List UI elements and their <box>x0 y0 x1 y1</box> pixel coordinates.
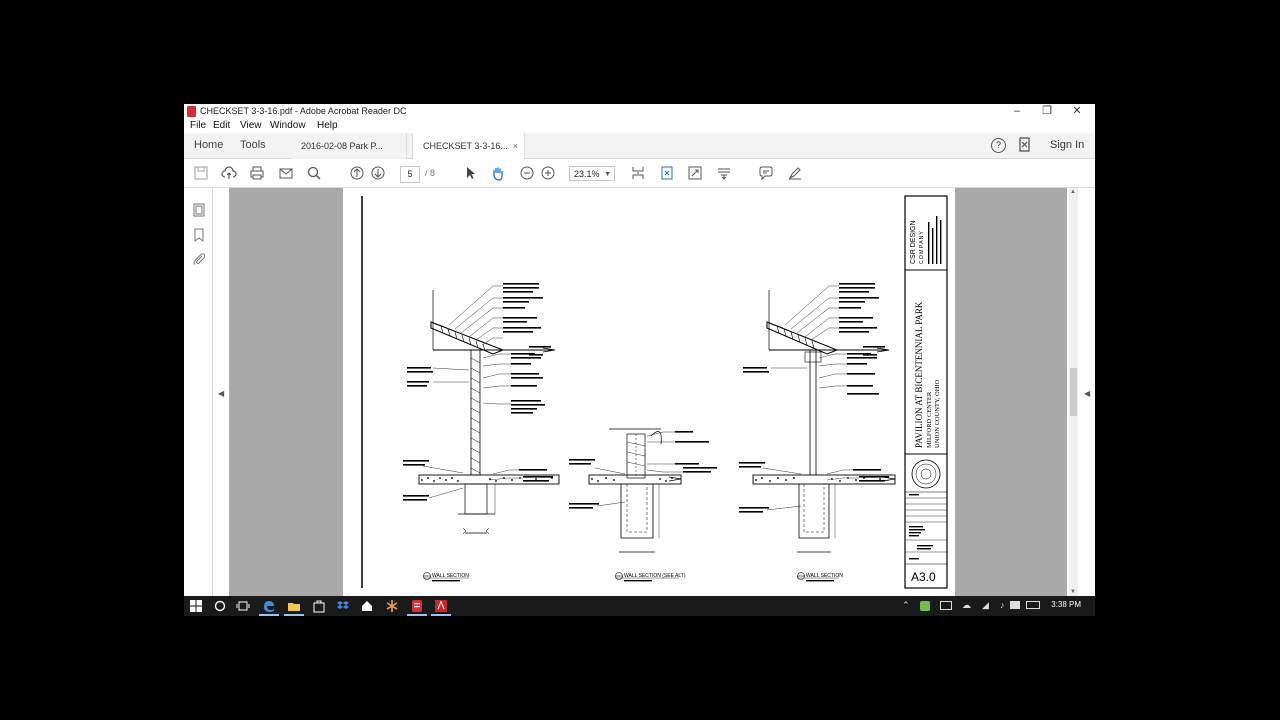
scroll-mode-icon[interactable] <box>630 165 646 181</box>
left-navigation-panel <box>184 188 213 596</box>
page-number-input[interactable]: 5 <box>400 166 420 183</box>
menu-view[interactable]: View <box>240 120 262 131</box>
wall-section-3 <box>752 290 896 553</box>
document-tab-label: 2016-02-08 Park P... <box>301 141 383 151</box>
cloud-upload-icon[interactable] <box>221 165 237 181</box>
callout-text-section-2 <box>569 431 717 509</box>
email-icon[interactable] <box>278 165 294 181</box>
mobile-link-icon[interactable] <box>1019 137 1030 155</box>
attachment-icon[interactable] <box>192 252 206 266</box>
section-label-3: WALL SECTION <box>806 573 843 579</box>
tools-tab[interactable]: Tools <box>240 139 266 151</box>
menu-bar: File Edit View Window Help <box>184 120 1095 133</box>
comment-icon[interactable] <box>758 165 774 181</box>
full-screen-icon[interactable] <box>687 165 703 181</box>
close-tab-icon[interactable]: × <box>513 133 518 159</box>
page-thumbnails-icon[interactable] <box>192 203 206 217</box>
wall-section-1 <box>418 290 560 535</box>
document-tab-label: CHECKSET 3-3-16... <box>423 141 508 151</box>
save-icon[interactable] <box>193 165 209 181</box>
callouts-section-2 <box>594 431 683 507</box>
section-label-2: WALL SECTION (SEE ALT) <box>624 573 686 579</box>
file-explorer-icon[interactable] <box>284 599 304 616</box>
architectural-drawing: WALL SECTION WALL SECTION (SEE ALT) WALL… <box>361 195 948 589</box>
wifi-icon[interactable]: ◢ <box>982 600 989 611</box>
firm-subtitle: C O M P A N Y <box>919 230 925 264</box>
acrobat-taskbar-icon[interactable] <box>431 599 451 616</box>
document-canvas[interactable]: WALL SECTION WALL SECTION (SEE ALT) WALL… <box>229 188 1067 596</box>
sheet-number: A3.0 <box>911 570 936 584</box>
pdf-page: WALL SECTION WALL SECTION (SEE ALT) WALL… <box>343 188 955 596</box>
keyboard-icon[interactable] <box>1026 601 1040 609</box>
scroll-down-icon[interactable]: ▼ <box>1070 589 1076 595</box>
fit-page-icon[interactable] <box>659 165 675 181</box>
windows-start-icon[interactable] <box>189 599 203 613</box>
sign-pen-icon[interactable] <box>787 165 803 181</box>
toolbar: 5 / 8 23.1% ▼ <box>184 159 1095 188</box>
notifications-icon[interactable] <box>1010 601 1020 609</box>
project-title: PAVILION AT BICENTENNIAL PARK <box>914 301 924 448</box>
search-icon[interactable] <box>213 599 227 613</box>
project-location: MILFORD CENTER <box>926 391 933 448</box>
store-icon[interactable] <box>312 599 326 613</box>
menu-file[interactable]: File <box>190 120 206 131</box>
section-label-1: WALL SECTION <box>432 573 469 579</box>
volume-icon[interactable]: ♪ <box>1000 600 1005 610</box>
edge-browser-icon[interactable] <box>259 599 279 616</box>
project-county: UNION COUNTY, OHIO <box>934 379 941 448</box>
menu-help[interactable]: Help <box>317 120 338 131</box>
dropbox-icon[interactable] <box>336 599 350 613</box>
zoom-in-icon[interactable] <box>540 165 556 181</box>
chevron-down-icon: ▼ <box>604 171 611 178</box>
bookmark-icon[interactable] <box>192 228 206 242</box>
wall-section-2 <box>588 428 682 553</box>
onedrive-icon[interactable]: ☁ <box>962 600 971 611</box>
help-icon[interactable]: ? <box>991 138 1006 153</box>
tray-app-icon[interactable] <box>920 601 930 611</box>
hand-tool-icon[interactable] <box>490 165 506 181</box>
windows-taskbar: ⌃ ☁ ◢ ♪ 3:38 PM <box>184 596 1095 616</box>
search-icon[interactable] <box>306 165 322 181</box>
close-window-button[interactable]: ✕ <box>1062 104 1092 120</box>
zoom-value: 23.1% <box>574 169 600 179</box>
home-tab[interactable]: Home <box>194 139 223 151</box>
vertical-scrollbar[interactable]: ▲ ▼ <box>1069 188 1078 596</box>
select-tool-icon[interactable] <box>462 165 478 181</box>
document-tab-checkset[interactable]: CHECKSET 3-3-16... × <box>412 133 525 159</box>
menu-window[interactable]: Window <box>270 120 306 131</box>
acrobat-window: CHECKSET 3-3-16.pdf - Adobe Acrobat Read… <box>184 104 1095 596</box>
maximize-button[interactable]: ❐ <box>1032 104 1062 120</box>
asterisk-app-icon[interactable] <box>385 599 399 613</box>
acrobat-app-icon <box>187 106 196 117</box>
home-icon[interactable] <box>360 599 374 613</box>
window-title: CHECKSET 3-3-16.pdf - Adobe Acrobat Read… <box>200 106 407 116</box>
menu-edit[interactable]: Edit <box>213 120 230 131</box>
previous-page-icon[interactable] <box>349 165 365 181</box>
minimize-button[interactable]: – <box>1002 104 1032 120</box>
zoom-out-icon[interactable] <box>519 165 535 181</box>
firm-name: CSR DESIGN <box>910 220 917 264</box>
page-total: / 8 <box>425 168 436 178</box>
sign-in-link[interactable]: Sign In <box>1050 139 1084 151</box>
read-mode-icon[interactable] <box>716 165 732 181</box>
tray-drive-icon[interactable] <box>940 601 952 610</box>
task-view-icon[interactable] <box>236 599 250 613</box>
print-icon[interactable] <box>249 165 265 181</box>
tab-bar: Home Tools 2016-02-08 Park P... CHECKSET… <box>184 133 1095 159</box>
document-tab-park-plan[interactable]: 2016-02-08 Park P... <box>291 133 407 159</box>
firm-address <box>928 216 942 264</box>
scroll-thumb[interactable] <box>1070 368 1077 416</box>
zoom-dropdown[interactable]: 23.1% ▼ <box>569 166 615 181</box>
next-page-icon[interactable] <box>370 165 386 181</box>
tray-expand-icon[interactable]: ⌃ <box>902 600 910 611</box>
collapse-left-panel-icon[interactable]: ◀ <box>218 389 224 398</box>
scroll-up-icon[interactable]: ▲ <box>1070 189 1076 195</box>
title-bar: CHECKSET 3-3-16.pdf - Adobe Acrobat Read… <box>184 104 1095 120</box>
collapse-right-panel-icon[interactable]: ◀ <box>1084 389 1090 398</box>
taskbar-clock[interactable]: 3:38 PM <box>1051 600 1081 609</box>
red-app-icon[interactable] <box>407 599 427 616</box>
